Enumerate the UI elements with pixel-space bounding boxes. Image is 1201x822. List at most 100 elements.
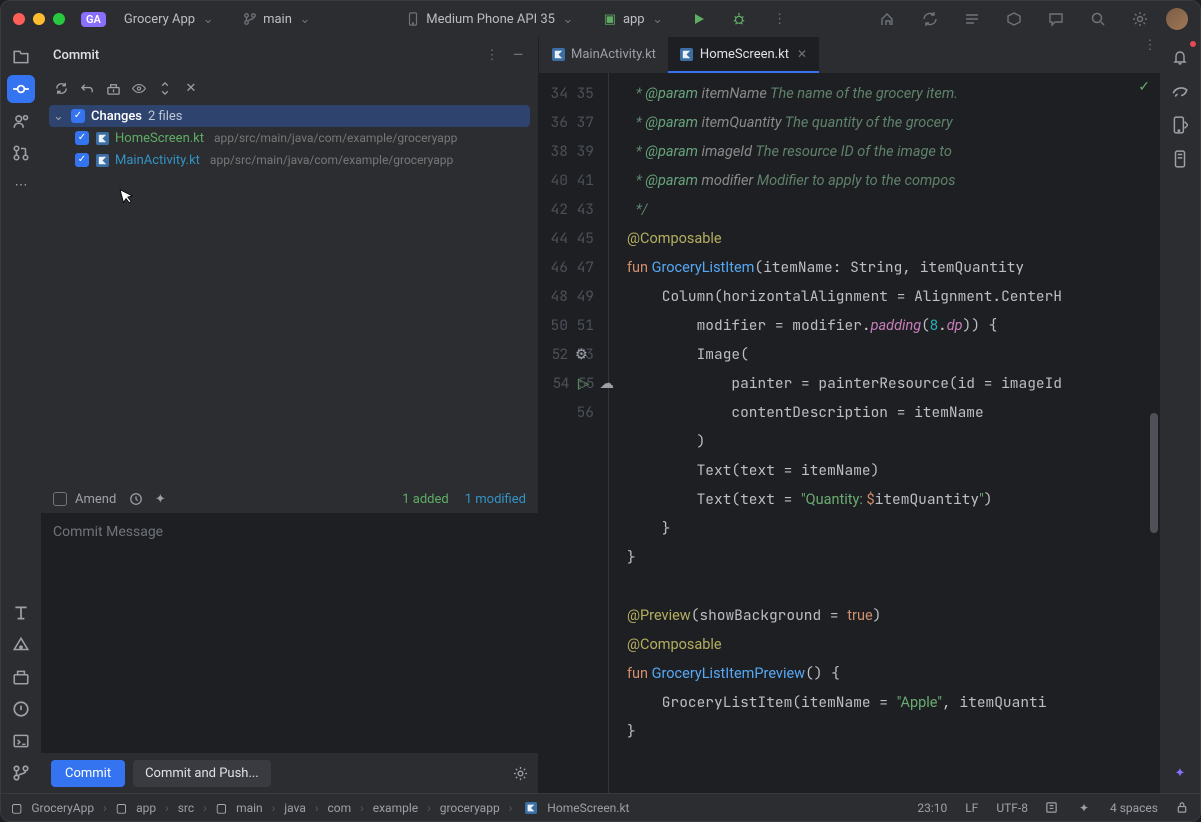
chevron-down-icon: ⌄ [297, 11, 313, 27]
shelve-icon[interactable] [105, 80, 121, 96]
project-badge: GA [81, 12, 106, 27]
crumb[interactable]: HomeScreen.kt [547, 801, 629, 815]
inspection-ok-icon[interactable]: ✓ [1138, 79, 1150, 95]
amend-label: Amend [75, 492, 116, 507]
code-with-me-button[interactable] [872, 7, 904, 31]
tab-homescreen[interactable]: HomeScreen.kt ✕ [668, 37, 819, 73]
device-name: Medium Phone API 35 [426, 12, 555, 27]
indent-setting[interactable]: 4 spaces [1110, 801, 1158, 815]
expand-collapse-icon[interactable] [157, 80, 173, 96]
crumb[interactable]: GroceryApp [31, 801, 94, 815]
search-everywhere-button[interactable] [1082, 7, 1114, 31]
build-button[interactable] [998, 7, 1030, 31]
gear-icon[interactable] [512, 765, 528, 781]
ai-assistant-button[interactable]: ✦ [1166, 759, 1194, 787]
inspect-tool-button[interactable] [7, 631, 35, 659]
amend-checkbox[interactable] [53, 492, 67, 506]
project-tool-button[interactable] [7, 43, 35, 71]
pull-requests-tool-button[interactable] [7, 139, 35, 167]
window-controls[interactable] [13, 13, 65, 25]
line-separator[interactable]: LF [965, 801, 978, 815]
close-icon[interactable]: ✕ [183, 80, 199, 96]
crumb[interactable]: app [136, 801, 156, 815]
file-path: app/src/main/java/com/example/groceryapp [214, 131, 457, 145]
chevron-down-icon: ⌄ [560, 11, 576, 27]
user-avatar[interactable] [1166, 8, 1188, 30]
changes-label: Changes [91, 109, 142, 124]
text-tool-button[interactable] [7, 599, 35, 627]
run-button[interactable] [684, 8, 714, 30]
file-checkbox[interactable] [75, 131, 89, 145]
more-actions-button[interactable]: ⋮ [764, 7, 796, 31]
minimize-window-icon[interactable] [33, 13, 45, 25]
vcs-tool-button[interactable] [7, 759, 35, 787]
editor-gutter[interactable]: 34 35 36 37 38 39 40 41 42 43 44 45 46 4… [539, 73, 609, 793]
layout-button[interactable] [956, 7, 988, 31]
run-config-selector[interactable]: ▣ app ⌄ [594, 7, 674, 31]
file-checkbox[interactable] [75, 153, 89, 167]
ai-status-icon[interactable]: ✦ [1076, 800, 1092, 816]
commit-message-input[interactable]: Commit Message [41, 513, 538, 753]
history-icon[interactable] [128, 491, 144, 507]
commit-panel-title: Commit [53, 48, 99, 63]
chevron-down-icon[interactable]: ⌄ [53, 109, 65, 124]
notifications-button[interactable] [1166, 43, 1194, 71]
close-window-icon[interactable] [13, 13, 25, 25]
gradle-tool-button[interactable] [1166, 77, 1194, 105]
kebab-icon[interactable]: ⋮ [484, 47, 500, 63]
caret-position[interactable]: 23:10 [917, 801, 947, 815]
changed-file-row[interactable]: HomeScreen.kt app/src/main/java/com/exam… [49, 127, 530, 149]
changes-root-row[interactable]: ⌄ Changes 2 files [49, 105, 530, 127]
project-selector[interactable]: Grocery App ⌄ [116, 7, 224, 31]
commit-and-push-button[interactable]: Commit and Push... [133, 760, 271, 787]
crumb[interactable]: example [373, 801, 418, 815]
tab-mainactivity[interactable]: MainActivity.kt [539, 37, 668, 73]
debug-button[interactable] [724, 8, 754, 30]
crumb[interactable]: com [327, 801, 351, 815]
readonly-icon[interactable] [1044, 800, 1060, 816]
device-tool-button[interactable] [7, 663, 35, 691]
code-content[interactable]: * @param itemName The name of the grocer… [609, 73, 1160, 793]
device-selector[interactable]: Medium Phone API 35 ⌄ [397, 7, 584, 31]
kebab-icon[interactable]: ⋮ [1140, 37, 1160, 53]
crumb[interactable]: java [284, 801, 306, 815]
device-manager-button[interactable] [1166, 111, 1194, 139]
folder-icon: ▢ [11, 801, 22, 815]
problems-tool-button[interactable] [7, 695, 35, 723]
list-icon [964, 11, 980, 27]
ai-icon[interactable]: ✦ [152, 491, 168, 507]
kotlin-file-icon [95, 131, 109, 145]
file-name: MainActivity.kt [115, 153, 200, 168]
more-tools-button[interactable]: ⋯ [7, 171, 35, 199]
settings-button[interactable] [1124, 7, 1156, 31]
cloud-gutter-icon[interactable]: ☁ [600, 369, 615, 398]
minimize-panel-icon[interactable]: — [510, 47, 526, 63]
file-encoding[interactable]: UTF-8 [996, 801, 1028, 815]
commit-button[interactable]: Commit [51, 760, 125, 787]
branch-selector[interactable]: main ⌄ [234, 7, 321, 31]
profiler-icon [880, 11, 896, 27]
terminal-tool-button[interactable] [7, 727, 35, 755]
changed-file-row[interactable]: MainActivity.kt app/src/main/java/com/ex… [49, 149, 530, 171]
revert-icon[interactable] [79, 80, 95, 96]
gear-icon[interactable]: ⚙ [575, 340, 588, 369]
lock-icon[interactable] [1174, 800, 1190, 816]
kebab-icon: ⋮ [772, 11, 788, 27]
close-tab-icon[interactable]: ✕ [797, 47, 807, 61]
actions-button[interactable] [1040, 7, 1072, 31]
left-tool-rail: ⋯ [1, 37, 41, 793]
commit-tool-button[interactable] [7, 75, 35, 103]
crumb[interactable]: main [236, 801, 263, 815]
code-editor[interactable]: ✓ 34 35 36 37 38 39 40 41 42 43 44 45 46… [539, 73, 1160, 793]
changes-checkbox[interactable] [71, 109, 85, 123]
sync-button[interactable] [914, 7, 946, 31]
editor-scrollbar[interactable] [1150, 413, 1158, 533]
people-tool-button[interactable] [7, 107, 35, 135]
refresh-icon[interactable] [53, 80, 69, 96]
crumb[interactable]: groceryapp [440, 801, 500, 815]
maximize-window-icon[interactable] [53, 13, 65, 25]
emulator-button[interactable] [1166, 145, 1194, 173]
crumb[interactable]: src [178, 801, 194, 815]
preview-diff-icon[interactable] [131, 80, 147, 96]
kotlin-file-icon [680, 47, 694, 61]
